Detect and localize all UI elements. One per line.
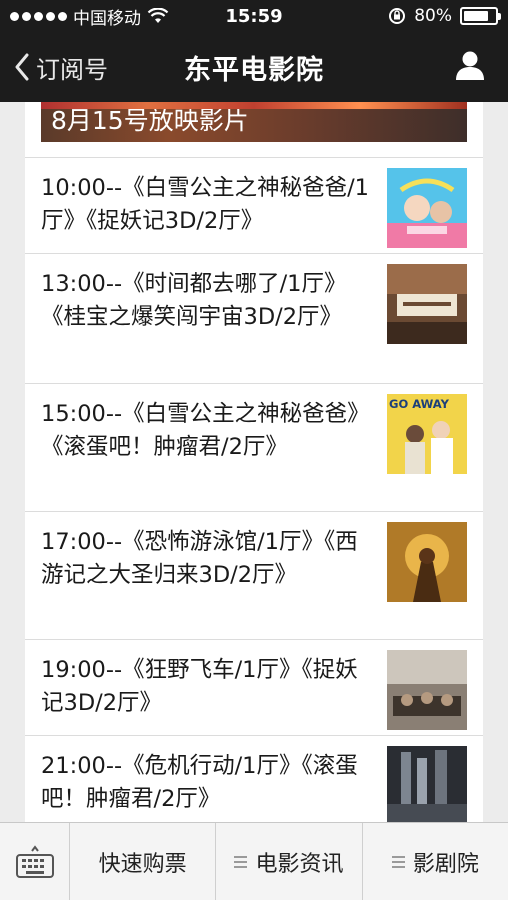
battery-icon — [460, 7, 501, 25]
navigation-bar: 订阅号 东平电影院 — [0, 32, 508, 102]
rotation-lock-icon — [389, 8, 406, 24]
showtime-text: 19:00--《狂野飞车/1厅》《捉妖记3D/2厅》 — [41, 657, 358, 716]
movie-poster-image[interactable] — [387, 168, 467, 248]
showtime-row: 10:00--《白雪公主之神秘爸爸/1厅》《捉妖记3D/2厅》 — [25, 157, 483, 253]
keyboard-icon — [15, 844, 54, 878]
menu-tab-label: 快速购票 — [98, 851, 187, 877]
movie-poster-image[interactable] — [387, 522, 467, 602]
profile-button[interactable] — [454, 49, 486, 85]
movie-poster-image[interactable] — [387, 746, 467, 822]
back-button[interactable]: 订阅号 — [0, 32, 108, 102]
showtime-row: 17:00--《恐怖游泳馆/1厅》《西游记之大圣归来3D/2厅》 — [25, 511, 483, 639]
showtime-text: 15:00--《白雪公主之神秘爸爸》《滚蛋吧！肿瘤君/2厅》 — [41, 401, 370, 460]
banner-text: 8月15号放映影片 — [51, 106, 249, 135]
banner-image: 8月15号放映影片 — [41, 102, 467, 142]
menu-tab-movie-news[interactable]: 电影资讯 — [216, 823, 363, 900]
menu-tab-label: 影剧院 — [412, 851, 479, 877]
showtime-text: 21:00--《危机行动/1厅》《滚蛋吧！肿瘤君/2厅》 — [41, 753, 358, 812]
status-bar: 中国移动 15:59 80% — [0, 0, 508, 32]
user-icon — [456, 51, 484, 80]
movie-poster-image[interactable] — [387, 650, 467, 730]
movie-poster-image[interactable]: GO AWAY — [387, 394, 467, 474]
signal-strength-icon — [10, 11, 67, 21]
showtime-row: 13:00--《时间都去哪了/1厅》《桂宝之爆笑闯宇宙3D/2厅》 — [25, 253, 483, 383]
menu-tab-label: 电影资讯 — [255, 851, 344, 877]
submenu-icon — [234, 855, 248, 868]
keyboard-toggle-button[interactable] — [0, 823, 70, 900]
showtime-row: 19:00--《狂野飞车/1厅》《捉妖记3D/2厅》 — [25, 639, 483, 735]
showtime-text: 13:00--《时间都去哪了/1厅》《桂宝之爆笑闯宇宙3D/2厅》 — [41, 271, 347, 330]
article-content[interactable]: 8月15号放映影片 10:00--《白雪公主之神秘爸爸/1厅》《捉妖记3D/2厅… — [25, 102, 483, 822]
banner-strip — [41, 102, 467, 109]
showtime-row: 15:00--《白雪公主之神秘爸爸》《滚蛋吧！肿瘤君/2厅》 GO AWAY — [25, 383, 483, 511]
showtime-text: 10:00--《白雪公主之神秘爸爸/1厅》《捉妖记3D/2厅》 — [41, 175, 369, 234]
showtime-text: 17:00--《恐怖游泳馆/1厅》《西游记之大圣归来3D/2厅》 — [41, 529, 358, 588]
wifi-icon — [147, 8, 169, 23]
poster-title-text: GO AWAY — [389, 397, 450, 411]
showtime-row: 21:00--《危机行动/1厅》《滚蛋吧！肿瘤君/2厅》 — [25, 735, 483, 822]
battery-percent: 80% — [414, 6, 452, 26]
movie-poster-image[interactable] — [387, 264, 467, 344]
carrier-name: 中国移动 — [73, 8, 141, 29]
menu-tab-theater[interactable]: 影剧院 — [363, 823, 508, 900]
submenu-icon — [391, 855, 405, 868]
menu-tab-quick-ticket[interactable]: 快速购票 — [70, 823, 217, 900]
chevron-left-icon — [15, 53, 29, 81]
status-left: 中国移动 — [10, 4, 190, 29]
battery-level — [464, 11, 488, 21]
bottom-menu-bar: 快速购票 电影资讯 影剧院 — [0, 822, 508, 900]
status-right: 80% — [388, 6, 501, 26]
back-label: 订阅号 — [36, 55, 108, 84]
